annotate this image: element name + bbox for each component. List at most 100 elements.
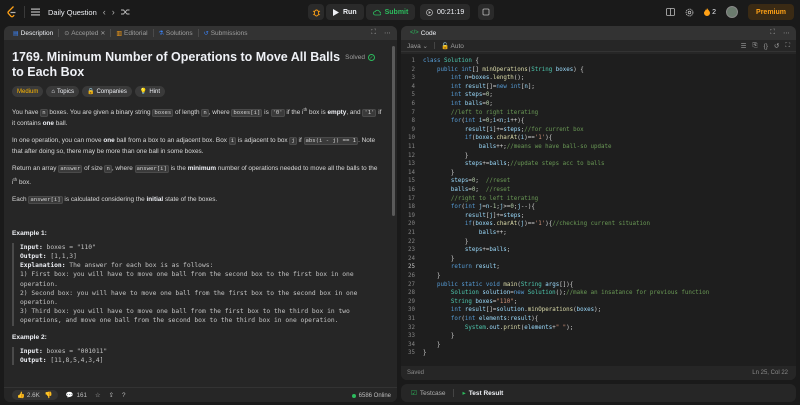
run-button[interactable]: Run <box>326 4 364 20</box>
code-line[interactable]: 30 int result[]=solution.minOperations(b… <box>401 306 601 315</box>
daily-question-title[interactable]: Daily Question <box>48 8 97 17</box>
description-icon: ▤ <box>13 30 19 37</box>
panel-controls: ⛶ ⋯ <box>770 26 790 40</box>
next-problem-icon[interactable]: › <box>112 7 115 17</box>
share-icon[interactable]: ⇪ <box>109 392 114 399</box>
code-line[interactable]: 28 Solution solution=new Solution();//ma… <box>401 289 709 298</box>
fullscreen-icon[interactable]: ⛶ <box>785 42 790 50</box>
code-line[interactable]: 11 balls++;//means we have ball-so updat… <box>401 143 611 152</box>
close-icon[interactable]: ✕ <box>100 30 105 37</box>
line-number: 5 <box>411 92 416 99</box>
code-line[interactable]: 16 balls=0; //reset <box>401 186 510 195</box>
code-line[interactable]: 15 steps=0; //reset <box>401 177 510 186</box>
tag-label: Topics <box>56 88 74 95</box>
code-line[interactable]: 25 return result; <box>401 263 500 272</box>
problem-list-icon[interactable] <box>31 8 40 16</box>
tab-code[interactable]: </> Code <box>405 26 441 40</box>
code-line[interactable]: 23 steps+=balls; <box>401 246 510 255</box>
help-icon[interactable]: ? <box>122 392 126 399</box>
tab-editorial[interactable]: ▥ Editorial <box>111 26 152 40</box>
line-number: 8 <box>411 118 416 125</box>
code-line[interactable]: 26 } <box>401 272 440 281</box>
more-options-icon[interactable]: ⋯ <box>384 29 391 37</box>
debug-button[interactable] <box>308 4 324 20</box>
timer-reset-button[interactable] <box>478 4 494 20</box>
prev-problem-icon[interactable]: ‹ <box>103 7 106 17</box>
code-line[interactable]: 8 for(int i=0;i<n;i++){ <box>401 117 525 126</box>
code-line[interactable]: 27 public static void main(String args[]… <box>401 281 573 290</box>
notes-icon[interactable]: ☰ <box>741 42 747 50</box>
comment-icon: 💬 <box>65 392 74 399</box>
thumbs-down-icon[interactable]: 👎 <box>45 391 53 399</box>
tab-label: Test Result <box>468 389 504 397</box>
tab-test-result[interactable]: ▸ Test Result <box>458 389 507 398</box>
code-line[interactable]: 19 result[j]+=steps; <box>401 212 524 221</box>
code-line[interactable]: 14 } <box>401 169 454 178</box>
language-select[interactable]: Java ⌄ <box>407 42 428 50</box>
auto-mode-toggle[interactable]: 🔓 Auto <box>441 42 464 50</box>
code-line[interactable]: 34 } <box>401 341 440 350</box>
streak-fire-icon[interactable]: 2 <box>704 8 716 16</box>
leetcode-logo-icon[interactable] <box>6 5 18 19</box>
code-line[interactable]: 31 for(int elements:result){ <box>401 315 538 324</box>
hint-tag[interactable]: 💡 Hint <box>134 86 165 97</box>
like-button[interactable]: 👍 2.6K 👎 <box>12 390 58 400</box>
code-line[interactable]: 17 //right to left iterating <box>401 195 538 204</box>
code-editor[interactable]: 1 class Solution {2 public int[] minOpera… <box>401 54 796 366</box>
code-line[interactable]: 2 public int[] minOperations(String boxe… <box>401 66 584 75</box>
code-line[interactable]: 7 //left to right iterating <box>401 109 539 118</box>
tab-submissions[interactable]: ↺ Submissions <box>199 26 253 40</box>
code-line[interactable]: 3 int n=boxes.length(); <box>401 74 525 83</box>
tab-solutions[interactable]: ⚗ Solutions <box>154 26 198 40</box>
premium-button[interactable]: Premium <box>748 4 794 20</box>
reset-icon[interactable]: ↺ <box>774 42 779 50</box>
description-scrollbar[interactable] <box>392 46 395 216</box>
example-input: Input: boxes = "110" <box>20 243 380 252</box>
comments-button[interactable]: 💬 161 <box>65 391 87 400</box>
code-line[interactable]: 24 } <box>401 255 454 264</box>
code-line[interactable]: 22 } <box>401 238 468 247</box>
code-line[interactable]: 29 String boxes="110"; <box>401 298 517 307</box>
code-line[interactable]: 18 for(int j=n-1;j>=0;j--){ <box>401 203 535 212</box>
topics-tag[interactable]: ⌂ Topics <box>46 86 79 97</box>
tab-testcase[interactable]: ☑ Testcase <box>407 389 449 398</box>
line-number: 17 <box>408 195 415 202</box>
code-line[interactable]: 35} <box>401 349 426 358</box>
timer[interactable]: 00:21:19 <box>420 4 471 20</box>
companies-tag[interactable]: 🔒 Companies <box>81 86 132 97</box>
layout-icon[interactable] <box>666 8 676 16</box>
tab-description[interactable]: ▤ Description <box>8 26 58 40</box>
code-line[interactable]: 6 int balls=0; <box>401 100 493 109</box>
code-line[interactable]: 9 result[i]+=steps;//for current box <box>401 126 584 135</box>
submit-button[interactable]: Submit <box>365 4 416 20</box>
maximize-icon[interactable]: ⛶ <box>770 29 775 37</box>
code-line[interactable]: 4 int result[]=new int[n]; <box>401 83 535 92</box>
bookmark-icon[interactable]: ⎘ <box>752 42 757 50</box>
code-line[interactable]: 5 int steps=0; <box>401 91 493 100</box>
maximize-icon[interactable]: ⛶ <box>371 29 376 37</box>
format-braces-icon[interactable]: {} <box>764 43 768 50</box>
code-line[interactable]: 12 } <box>401 152 468 161</box>
code-line[interactable]: 10 if(boxes.charAt(i)=='1'){ <box>401 134 552 143</box>
tab-accepted[interactable]: ⊙ Accepted ✕ <box>59 26 110 40</box>
more-options-icon[interactable]: ⋯ <box>783 29 790 37</box>
code-line[interactable]: 33 } <box>401 332 454 341</box>
text: if the i <box>284 109 304 117</box>
code-line[interactable]: 13 steps+=balls;//update steps acc to ba… <box>401 160 605 169</box>
inline-code: n <box>40 109 48 118</box>
paragraph-4: Each answer[i] is calculated considering… <box>12 195 384 206</box>
shuffle-icon[interactable] <box>120 8 130 16</box>
avatar[interactable] <box>726 6 739 18</box>
tab-label: Solutions <box>165 29 193 37</box>
paragraph-2: In one operation, you can move one ball … <box>12 136 384 156</box>
code-line[interactable]: 32 System.out.print(elements+" "); <box>401 324 573 333</box>
code-line[interactable]: 20 if(boxes.charAt(j)=='1'){//checking c… <box>401 220 650 229</box>
code-line[interactable]: 1 class Solution { <box>401 57 479 66</box>
line-number: 19 <box>408 212 415 219</box>
star-icon[interactable]: ☆ <box>95 392 101 399</box>
text: is calculated considering the <box>62 196 147 204</box>
chevron-down-icon: ⌄ <box>422 42 428 50</box>
label: Input: <box>20 243 43 251</box>
settings-gear-icon[interactable] <box>685 8 694 17</box>
code-line[interactable]: 21 balls++; <box>401 229 507 238</box>
